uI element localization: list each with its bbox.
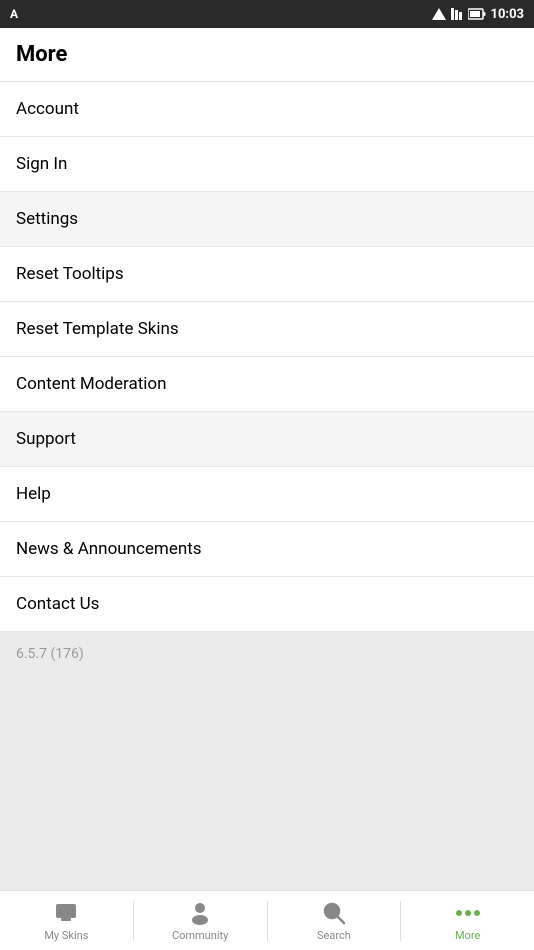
menu-item-label-content-moderation: Content Moderation bbox=[16, 374, 167, 394]
more-dots-icon bbox=[456, 900, 480, 926]
signal-icon bbox=[432, 8, 446, 20]
page-title: More bbox=[0, 28, 534, 82]
nav-item-label-search: Search bbox=[317, 929, 351, 942]
nav-item-more[interactable]: More bbox=[401, 891, 534, 950]
menu-item-label-sign-in: Sign In bbox=[16, 154, 67, 174]
menu-item-label-reset-template-skins: Reset Template Skins bbox=[16, 319, 179, 339]
menu-list: Account Sign In Settings Reset Tooltips Rese… bbox=[0, 82, 534, 632]
main-content: More Account Sign In Settings Reset Tooltip… bbox=[0, 28, 534, 890]
status-time: 10:03 bbox=[491, 7, 525, 22]
menu-item-sign-in[interactable]: Sign In bbox=[0, 137, 534, 192]
menu-item-reset-tooltips[interactable]: Reset Tooltips bbox=[0, 247, 534, 302]
menu-item-content-moderation[interactable]: Content Moderation bbox=[0, 357, 534, 412]
nav-item-label-more: More bbox=[455, 929, 480, 942]
version-text: 6.5.7 (176) bbox=[0, 632, 534, 890]
menu-item-label-help: Help bbox=[16, 484, 51, 504]
nav-item-label-my-skins: My Skins bbox=[44, 929, 88, 942]
community-icon bbox=[187, 900, 213, 926]
menu-item-label-news-announcements: News & Announcements bbox=[16, 539, 202, 559]
nav-item-label-community: Community bbox=[172, 929, 228, 942]
status-bar-right: 10:03 bbox=[432, 7, 525, 22]
nav-item-community[interactable]: Community bbox=[134, 891, 267, 950]
a-icon: A bbox=[10, 7, 18, 21]
menu-item-support[interactable]: Support bbox=[0, 412, 534, 467]
menu-item-label-account: Account bbox=[16, 99, 79, 119]
menu-item-help[interactable]: Help bbox=[0, 467, 534, 522]
status-bar: A 10:03 bbox=[0, 0, 534, 28]
menu-item-label-reset-tooltips: Reset Tooltips bbox=[16, 264, 124, 284]
menu-item-contact-us[interactable]: Contact Us bbox=[0, 577, 534, 632]
bottom-nav: My Skins Community Search More bbox=[0, 890, 534, 950]
menu-item-news-announcements[interactable]: News & Announcements bbox=[0, 522, 534, 577]
menu-item-settings[interactable]: Settings bbox=[0, 192, 534, 247]
battery-icon bbox=[468, 8, 486, 20]
menu-item-label-contact-us: Contact Us bbox=[16, 594, 99, 614]
menu-item-label-settings: Settings bbox=[16, 209, 78, 229]
status-bar-left: A bbox=[10, 7, 18, 21]
nav-item-search[interactable]: Search bbox=[268, 891, 401, 950]
search-icon bbox=[321, 900, 347, 926]
menu-item-label-support: Support bbox=[16, 429, 76, 449]
my-skins-icon bbox=[53, 900, 79, 926]
wifi-icon bbox=[451, 8, 463, 20]
menu-item-reset-template-skins[interactable]: Reset Template Skins bbox=[0, 302, 534, 357]
menu-item-account[interactable]: Account bbox=[0, 82, 534, 137]
nav-item-my-skins[interactable]: My Skins bbox=[0, 891, 133, 950]
